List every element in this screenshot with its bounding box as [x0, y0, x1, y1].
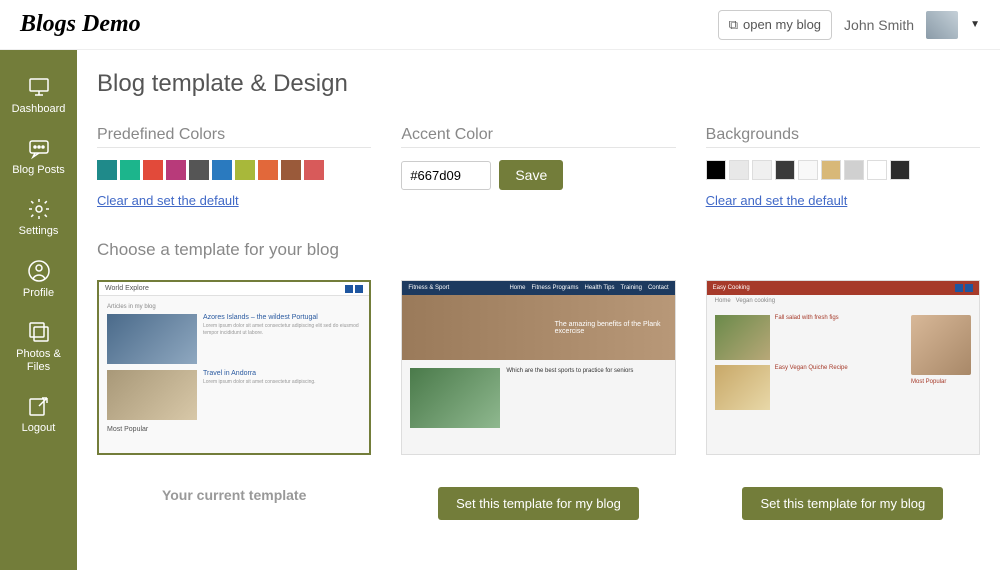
header-right: ⧉ open my blog John Smith ▼	[718, 10, 980, 40]
sidebar-label: Profile	[23, 287, 54, 300]
template-card: Easy Cooking Home Vegan cooking Fall sal…	[706, 280, 980, 520]
sidebar-label: Blog Posts	[12, 164, 65, 177]
accent-row: Save	[401, 160, 675, 190]
clear-colors-link[interactable]: Clear and set the default	[97, 193, 239, 208]
backgrounds-section: Backgrounds Clear and set the default	[706, 126, 980, 210]
content: Blog template & Design Predefined Colors…	[77, 50, 1000, 570]
user-name: John Smith	[844, 17, 914, 33]
color-swatch[interactable]	[281, 160, 301, 180]
set-template-button[interactable]: Set this template for my blog	[742, 487, 943, 520]
section-title: Accent Color	[401, 126, 675, 148]
clear-backgrounds-link[interactable]: Clear and set the default	[706, 193, 848, 208]
sidebar-item-photos-files[interactable]: Photos & Files	[0, 310, 77, 384]
template-card: World Explore Articles in my blog Azores…	[97, 280, 371, 520]
chat-icon	[27, 136, 51, 160]
background-swatch[interactable]	[752, 160, 772, 180]
color-swatch[interactable]	[235, 160, 255, 180]
open-blog-label: open my blog	[743, 17, 821, 32]
sidebar-item-logout[interactable]: Logout	[0, 384, 77, 445]
background-swatch[interactable]	[775, 160, 795, 180]
color-swatch[interactable]	[212, 160, 232, 180]
section-title: Predefined Colors	[97, 126, 371, 148]
sidebar-item-blog-posts[interactable]: Blog Posts	[0, 126, 77, 187]
design-row: Predefined Colors Clear and set the defa…	[97, 126, 980, 210]
external-link-icon: ⧉	[729, 17, 738, 33]
caret-down-icon[interactable]: ▼	[970, 19, 980, 30]
thumb-title: Fitness & Sport	[408, 285, 449, 291]
header: Blogs Demo ⧉ open my blog John Smith ▼	[0, 0, 1000, 50]
set-template-button[interactable]: Set this template for my blog	[438, 487, 639, 520]
save-button[interactable]: Save	[499, 160, 563, 190]
page-title: Blog template & Design	[97, 70, 980, 98]
gear-icon	[27, 197, 51, 221]
template-card: Fitness & SportHomeFitness ProgramsHealt…	[401, 280, 675, 520]
template-thumbnail-fitness-sport[interactable]: Fitness & SportHomeFitness ProgramsHealt…	[401, 280, 675, 455]
predefined-colors-section: Predefined Colors Clear and set the defa…	[97, 126, 371, 210]
background-swatch[interactable]	[844, 160, 864, 180]
color-swatch[interactable]	[120, 160, 140, 180]
avatar[interactable]	[926, 11, 958, 39]
background-swatches	[706, 160, 980, 180]
background-swatch[interactable]	[867, 160, 887, 180]
accent-color-section: Accent Color Save	[401, 126, 675, 210]
color-swatch[interactable]	[189, 160, 209, 180]
sidebar-label: Settings	[19, 225, 59, 238]
color-swatch[interactable]	[97, 160, 117, 180]
sidebar-label: Photos & Files	[4, 348, 73, 374]
color-swatch[interactable]	[143, 160, 163, 180]
sidebar-item-settings[interactable]: Settings	[0, 187, 77, 248]
sidebar-label: Dashboard	[12, 103, 66, 116]
background-swatch[interactable]	[821, 160, 841, 180]
sidebar-item-profile[interactable]: Profile	[0, 249, 77, 310]
logout-icon	[27, 394, 51, 418]
templates-title: Choose a template for your blog	[97, 240, 980, 260]
color-swatch[interactable]	[304, 160, 324, 180]
color-swatch[interactable]	[166, 160, 186, 180]
sidebar-item-dashboard[interactable]: Dashboard	[0, 65, 77, 126]
section-title: Backgrounds	[706, 126, 980, 148]
thumb-title: World Explore	[105, 285, 149, 292]
background-swatch[interactable]	[729, 160, 749, 180]
sidebar: Dashboard Blog Posts Settings Profile Ph…	[0, 50, 77, 570]
background-swatch[interactable]	[798, 160, 818, 180]
thumb-title: Easy Cooking	[713, 285, 750, 291]
background-swatch[interactable]	[706, 160, 726, 180]
current-template-label: Your current template	[162, 487, 306, 503]
accent-hex-input[interactable]	[401, 161, 491, 190]
color-swatches	[97, 160, 371, 180]
template-thumbnail-world-explore[interactable]: World Explore Articles in my blog Azores…	[97, 280, 371, 455]
user-icon	[27, 259, 51, 283]
monitor-icon	[27, 75, 51, 99]
stack-icon	[27, 320, 51, 344]
main: Dashboard Blog Posts Settings Profile Ph…	[0, 50, 1000, 570]
background-swatch[interactable]	[890, 160, 910, 180]
sidebar-label: Logout	[22, 422, 56, 435]
templates-grid: World Explore Articles in my blog Azores…	[97, 280, 980, 520]
logo: Blogs Demo	[20, 11, 141, 38]
template-thumbnail-easy-cooking[interactable]: Easy Cooking Home Vegan cooking Fall sal…	[706, 280, 980, 455]
open-my-blog-button[interactable]: ⧉ open my blog	[718, 10, 832, 40]
color-swatch[interactable]	[258, 160, 278, 180]
